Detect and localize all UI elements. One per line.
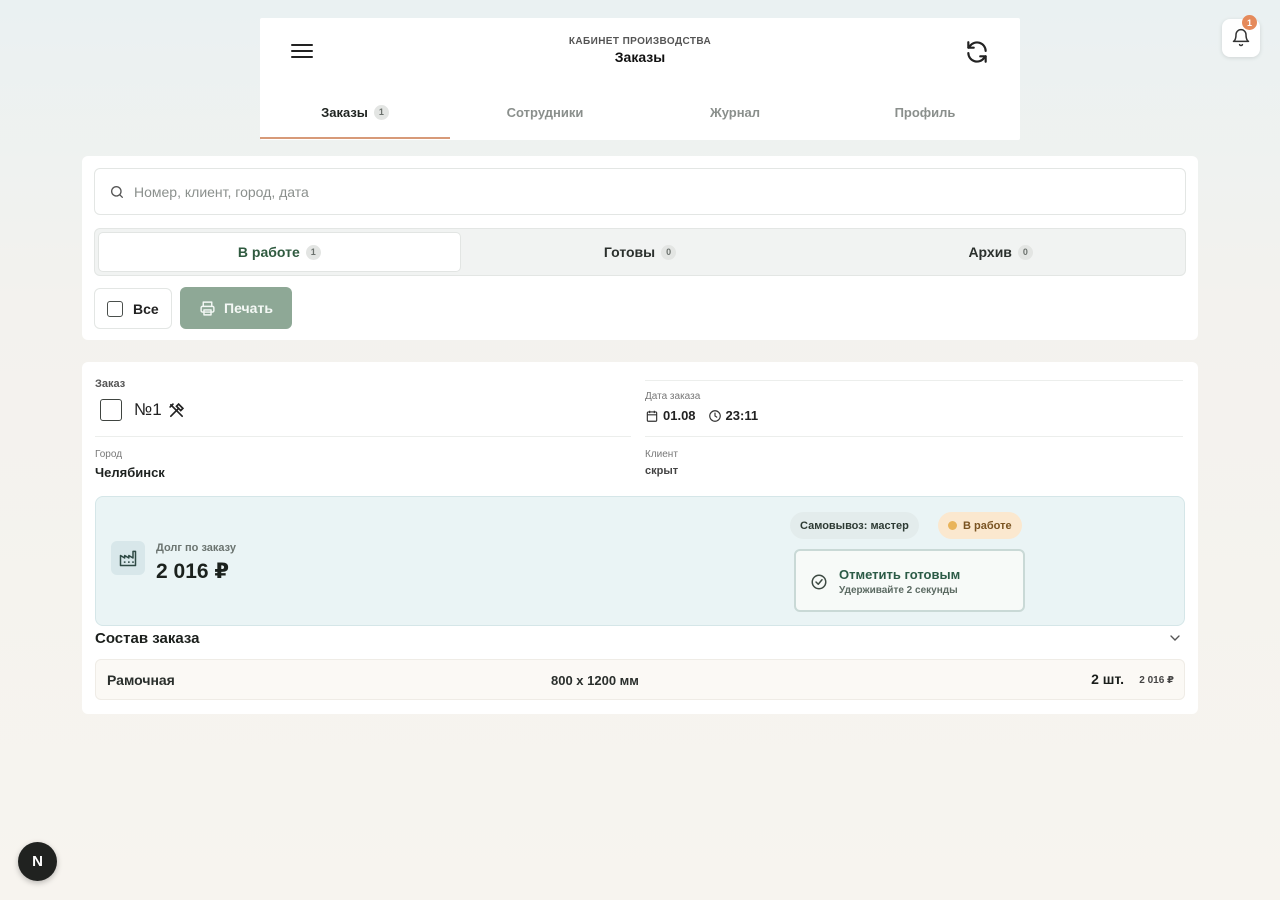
order-date: 01.08 bbox=[663, 408, 696, 423]
tools-icon bbox=[168, 402, 184, 417]
debt-label: Долг по заказу bbox=[156, 542, 236, 554]
select-all-button[interactable]: Все bbox=[94, 288, 172, 329]
bell-icon bbox=[1232, 28, 1250, 47]
status-badge-label: В работе bbox=[963, 519, 1012, 532]
select-all-label: Все bbox=[133, 300, 159, 317]
composition-title: Состав заказа bbox=[95, 630, 200, 647]
order-card: Заказ №1 Дата заказа 01.08 23:11 Город Ч… bbox=[82, 362, 1198, 714]
order-number-row: №1 bbox=[100, 399, 185, 421]
notification-count-badge: 1 bbox=[1242, 15, 1257, 30]
segment-in-progress[interactable]: В работе 1 bbox=[99, 233, 460, 271]
tab-label: Профиль bbox=[894, 104, 956, 120]
print-button[interactable]: Печать bbox=[180, 287, 292, 329]
status-segmented-control: В работе 1 Готовы 0 Архив 0 bbox=[94, 228, 1186, 276]
header-subtitle: КАБИНЕТ ПРОИЗВОДСТВА bbox=[568, 36, 712, 47]
segment-label: В работе bbox=[237, 244, 300, 260]
status-badge: В работе bbox=[938, 512, 1022, 539]
chevron-down-icon bbox=[1170, 635, 1180, 641]
order-select-checkbox[interactable] bbox=[100, 399, 122, 421]
search-input[interactable] bbox=[134, 183, 1134, 200]
check-circle-icon bbox=[811, 574, 827, 590]
tab-count-badge: 1 bbox=[373, 104, 389, 120]
notifications-button[interactable]: 1 bbox=[1222, 15, 1260, 57]
calendar-icon bbox=[646, 410, 658, 422]
search-box bbox=[94, 168, 1186, 215]
header-titles: КАБИНЕТ ПРОИЗВОДСТВА Заказы bbox=[260, 36, 1020, 65]
status-dot-icon bbox=[948, 521, 957, 530]
divider bbox=[645, 436, 1183, 437]
search-icon bbox=[111, 185, 123, 198]
segment-count-badge: 0 bbox=[1017, 244, 1033, 260]
divider bbox=[95, 436, 631, 437]
page-title: Заказы bbox=[614, 49, 666, 65]
item-name: Рамочная bbox=[107, 672, 175, 688]
client-label: Клиент bbox=[645, 449, 678, 460]
order-number-label: Заказ bbox=[95, 378, 126, 390]
select-all-checkbox[interactable] bbox=[107, 300, 123, 317]
main-tabs: Заказы 1 Сотрудники Журнал Профиль bbox=[260, 84, 1020, 140]
composition-toggle[interactable] bbox=[1167, 630, 1183, 651]
item-quantity: 2 шт. bbox=[1091, 671, 1124, 687]
header-top: КАБИНЕТ ПРОИЗВОДСТВА Заказы bbox=[260, 18, 1020, 84]
debt-value: 2 016 ₽ bbox=[156, 560, 229, 583]
printer-icon bbox=[200, 300, 215, 316]
refresh-icon bbox=[967, 41, 987, 63]
item-size: 800 x 1200 мм bbox=[551, 673, 639, 688]
city-value: Челябинск bbox=[95, 465, 165, 480]
tab-label: Журнал bbox=[709, 104, 761, 120]
debt-panel: Долг по заказу 2 016 ₽ Самовывоз: мастер… bbox=[95, 496, 1185, 626]
item-price: 2 016 ₽ bbox=[1139, 675, 1174, 686]
order-date-row: 01.08 23:11 bbox=[645, 408, 758, 423]
client-value: скрыт bbox=[645, 465, 679, 477]
factory-icon bbox=[111, 541, 145, 575]
segment-count-badge: 0 bbox=[661, 244, 677, 260]
divider bbox=[645, 380, 1183, 381]
city-label: Город bbox=[95, 449, 123, 460]
pickup-chip-label: Самовывоз: мастер bbox=[800, 519, 909, 532]
tab-label: Сотрудники bbox=[506, 104, 584, 120]
order-number: №1 bbox=[134, 400, 162, 419]
list-item: Рамочная 800 x 1200 мм 2 шт. 2 016 ₽ bbox=[95, 659, 1185, 700]
tab-label: Заказы bbox=[321, 104, 368, 120]
tab-orders[interactable]: Заказы 1 bbox=[260, 84, 450, 140]
tab-journal[interactable]: Журнал bbox=[640, 84, 830, 140]
tab-employees[interactable]: Сотрудники bbox=[450, 84, 640, 140]
order-time: 23:11 bbox=[725, 408, 759, 423]
mark-ready-button[interactable]: Отметить готовым Удерживайте 2 секунды bbox=[794, 549, 1025, 612]
segment-archive[interactable]: Архив 0 bbox=[820, 233, 1181, 271]
print-label: Печать bbox=[224, 300, 273, 316]
order-date-label: Дата заказа bbox=[645, 391, 701, 402]
mark-ready-hint: Удерживайте 2 секунды bbox=[839, 585, 958, 596]
segment-count-badge: 1 bbox=[305, 244, 321, 260]
segment-ready[interactable]: Готовы 0 bbox=[460, 233, 821, 271]
refresh-button[interactable] bbox=[964, 39, 990, 65]
segment-label: Готовы bbox=[603, 244, 656, 260]
pickup-chip: Самовывоз: мастер bbox=[790, 512, 919, 539]
header-panel: КАБИНЕТ ПРОИЗВОДСТВА Заказы Заказы 1 Сот… bbox=[260, 18, 1020, 140]
dev-tools-button[interactable]: N bbox=[18, 842, 57, 881]
segment-label: Архив bbox=[968, 244, 1012, 260]
clock-icon bbox=[708, 409, 721, 422]
tab-profile[interactable]: Профиль bbox=[830, 84, 1020, 140]
mark-ready-title: Отметить готовым bbox=[839, 567, 961, 582]
filter-panel: В работе 1 Готовы 0 Архив 0 Все Печать bbox=[82, 156, 1198, 340]
dev-badge-label: N bbox=[32, 853, 43, 870]
